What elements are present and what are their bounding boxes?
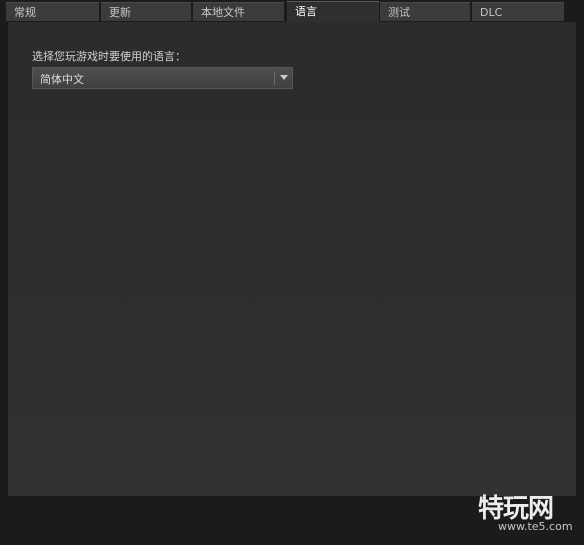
- tab-general-label: 常规: [14, 6, 36, 19]
- properties-window: 常规 更新 本地文件 语言 测试 DLC 选择您玩游戏时要使用的语言： 简体中文…: [0, 0, 584, 545]
- language-prompt: 选择您玩游戏时要使用的语言：: [32, 50, 186, 63]
- dropdown-divider: [274, 71, 275, 85]
- watermark: 特玩网 www.te5.com: [468, 488, 578, 540]
- chevron-down-icon[interactable]: [280, 75, 288, 80]
- watermark-url: www.te5.com: [498, 520, 573, 533]
- tab-betas-label: 测试: [388, 6, 410, 19]
- language-dropdown[interactable]: 简体中文: [32, 67, 293, 89]
- tab-updates-label: 更新: [109, 6, 131, 19]
- language-dropdown-value: 简体中文: [40, 73, 84, 86]
- tab-language-label: 语言: [295, 5, 317, 18]
- tab-dlc[interactable]: DLC: [472, 2, 564, 21]
- tab-betas[interactable]: 测试: [380, 2, 470, 21]
- language-panel: 选择您玩游戏时要使用的语言： 简体中文: [8, 22, 576, 496]
- tab-general[interactable]: 常规: [6, 2, 99, 21]
- tab-language[interactable]: 语言: [287, 1, 379, 23]
- tab-updates[interactable]: 更新: [101, 2, 191, 21]
- tab-local-files-label: 本地文件: [201, 6, 245, 19]
- tab-bar: 常规 更新 本地文件 语言 测试 DLC: [0, 0, 584, 23]
- tab-dlc-label: DLC: [480, 6, 503, 19]
- tab-local-files[interactable]: 本地文件: [193, 2, 284, 21]
